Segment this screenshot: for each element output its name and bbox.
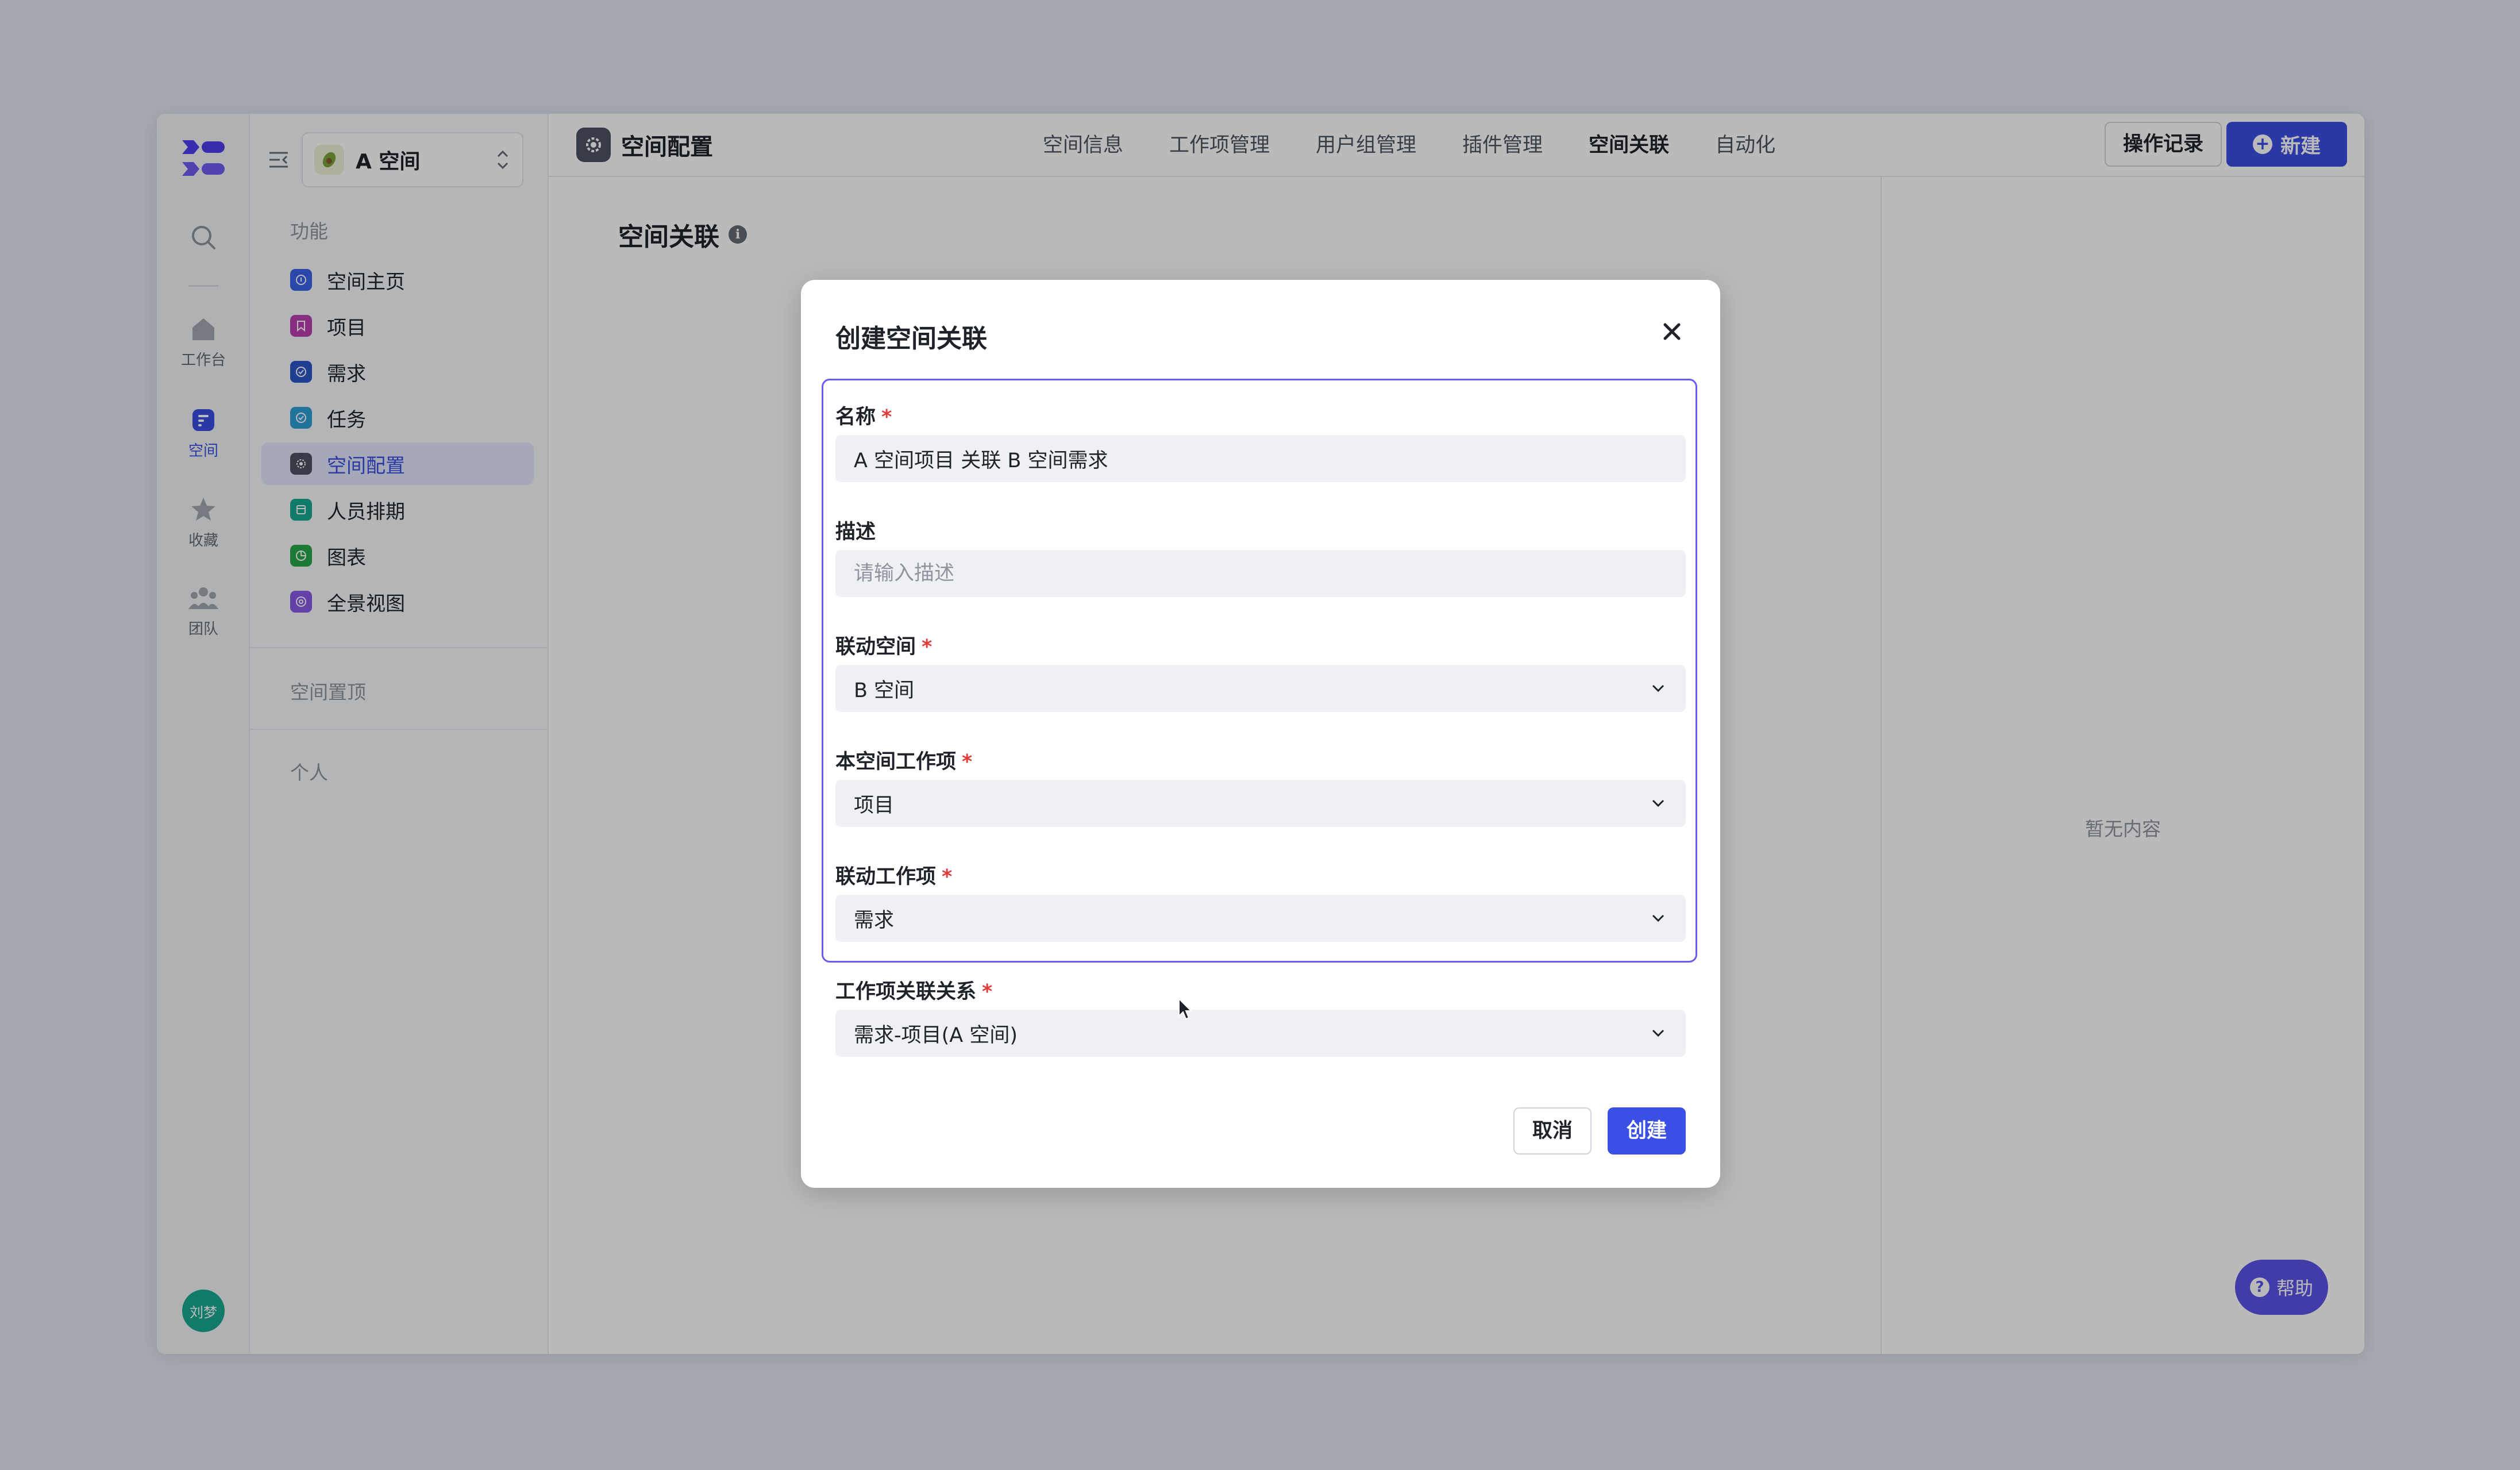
linked-space-select[interactable]: B 空间	[835, 665, 1686, 712]
linked-space-label: 联动空间 *	[835, 636, 933, 659]
chevron-down-icon	[1652, 914, 1664, 922]
description-label: 描述	[835, 521, 876, 544]
relation-value: 需求-项目(A 空间)	[854, 1023, 1018, 1047]
relation-label: 工作项关联关系 *	[835, 980, 993, 1003]
local-item-label: 本空间工作项 *	[835, 751, 973, 774]
close-icon[interactable]	[1658, 318, 1686, 345]
linked-item-select[interactable]: 需求	[835, 895, 1686, 942]
create-association-dialog: 创建空间关联 名称* 描述 联动空间* B 空间 本空间工作项* 项目 联动工作…	[801, 280, 1720, 1188]
name-input[interactable]	[854, 447, 1667, 470]
description-field[interactable]	[835, 550, 1686, 597]
local-item-value: 项目	[854, 794, 895, 817]
linked-item-value: 需求	[854, 909, 895, 932]
relation-select[interactable]: 需求-项目(A 空间)	[835, 1010, 1686, 1057]
mouse-cursor-icon	[1178, 998, 1193, 1020]
local-item-select[interactable]: 项目	[835, 780, 1686, 827]
name-field[interactable]	[835, 435, 1686, 482]
dialog-title: 创建空间关联	[835, 324, 987, 353]
chevron-down-icon	[1652, 684, 1664, 692]
linked-space-value: B 空间	[854, 679, 915, 702]
chevron-down-icon	[1652, 1029, 1664, 1037]
linked-item-label: 联动工作项 *	[835, 865, 953, 888]
description-input[interactable]	[854, 562, 1667, 585]
create-button[interactable]: 创建	[1608, 1107, 1686, 1155]
name-label: 名称 *	[835, 406, 892, 429]
chevron-down-icon	[1652, 799, 1664, 807]
cancel-button[interactable]: 取消	[1513, 1107, 1592, 1155]
